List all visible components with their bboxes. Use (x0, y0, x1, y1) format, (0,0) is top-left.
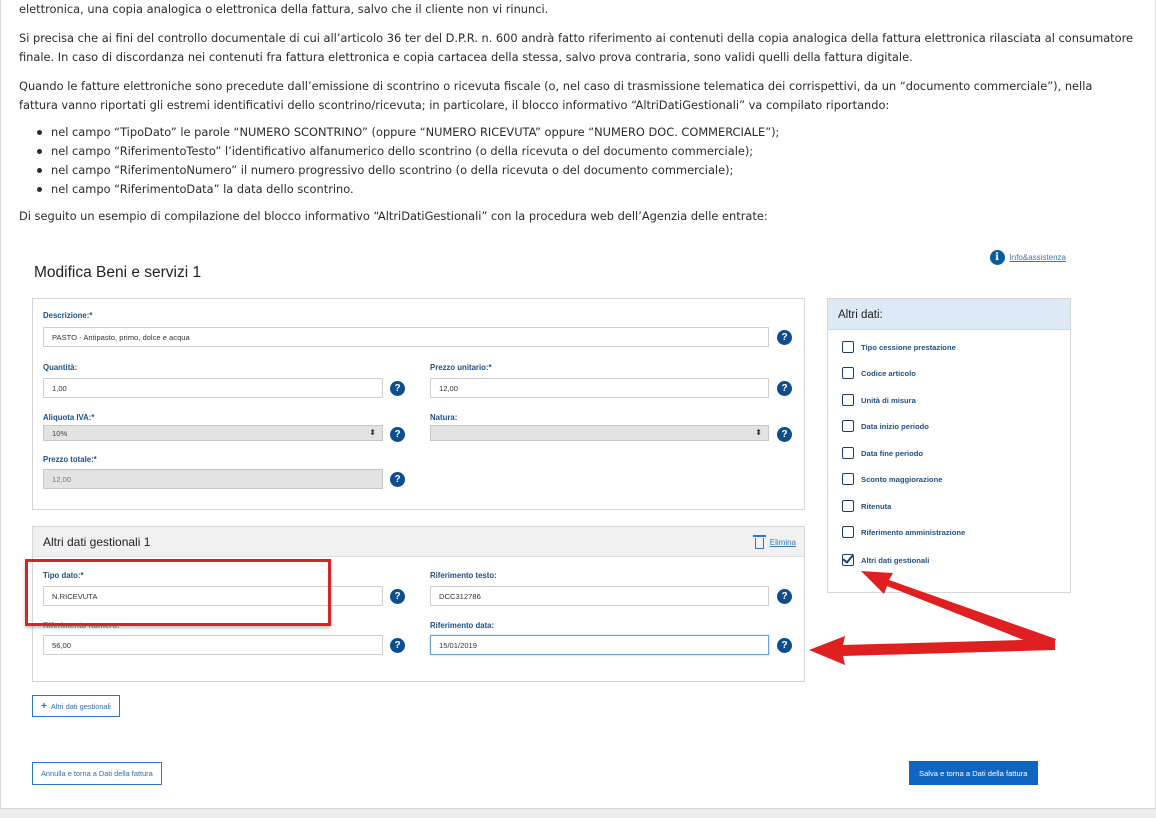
add-gestionali-label: Altri dati gestionali (50, 701, 111, 711)
help-question-icon[interactable]: ? (777, 638, 792, 653)
riferimento-numero-input[interactable]: 56,00 (43, 635, 383, 655)
prezzo-totale-label: Prezzo totale:* (43, 455, 97, 464)
aliquota-iva-value: 10% (52, 428, 68, 438)
help-link-label: Info&assistenza (1009, 253, 1066, 262)
help-question-icon[interactable]: ? (390, 638, 405, 653)
article-body: elettronica, una copia analogica o elett… (19, 0, 1134, 236)
beni-servizi-panel: Descrizione:* PASTO - Antipasto, primo, … (32, 298, 805, 510)
article-bullet-list: nel campo “TipoDato” le parole “NUMERO S… (37, 123, 1134, 199)
riferimento-data-input[interactable]: 15/01/2019 (430, 635, 769, 655)
embedded-form-screenshot: Modifica Beni e servizi 1 i Info&assiste… (19, 246, 1080, 804)
save-button[interactable]: Salva e torna a Dati della fattura (909, 761, 1038, 785)
cancel-button[interactable]: Annulla e torna a Dati della fattura (32, 762, 162, 785)
checkbox-unchecked[interactable] (842, 447, 854, 459)
riferimento-testo-input[interactable]: DCC312786 (430, 586, 769, 606)
riferimento-numero-label: Riferimento numero: (43, 621, 120, 630)
descrizione-label: Descrizione:* (43, 311, 93, 320)
list-item: nel campo “TipoDato” le parole “NUMERO S… (37, 123, 1134, 142)
prezzo-unitario-label: Prezzo unitario:* (430, 363, 492, 372)
checkbox-unchecked[interactable] (842, 341, 854, 353)
sidebar-item-label: Altri dati gestionali (861, 555, 930, 565)
sidebar-item-unita-misura[interactable]: Unità di misura (842, 394, 916, 406)
help-question-icon[interactable]: ? (777, 427, 792, 442)
help-question-icon[interactable]: ? (777, 381, 792, 396)
sidebar-item-altri-dati-gestionali[interactable]: Altri dati gestionali (842, 554, 929, 566)
aliquota-iva-select[interactable]: 10% ⬍ (43, 425, 383, 441)
help-link[interactable]: i Info&assistenza (989, 250, 1066, 265)
prezzo-unitario-input[interactable]: 12,00 (430, 378, 769, 398)
list-item: nel campo “RiferimentoNumero” il numero … (37, 161, 1134, 180)
elimina-label: Elimina (769, 537, 796, 547)
checkbox-checked[interactable] (842, 554, 854, 566)
checkbox-unchecked[interactable] (842, 526, 854, 538)
sidebar-item-label: Data inizio periodo (861, 421, 929, 431)
natura-label: Natura: (430, 413, 458, 422)
sidebar-item-codice-articolo[interactable]: Codice articolo (842, 367, 916, 379)
article-paragraph-3: Di seguito un esempio di compilazione de… (19, 209, 768, 223)
checkbox-unchecked[interactable] (842, 473, 854, 485)
checkbox-unchecked[interactable] (842, 420, 854, 432)
sidebar-item-label: Unità di misura (861, 395, 916, 405)
select-arrows-icon: ⬍ (369, 428, 376, 437)
riferimento-testo-label: Riferimento testo: (430, 571, 497, 580)
list-item: nel campo “RiferimentoTesto” l’identific… (37, 142, 1134, 161)
descrizione-input[interactable]: PASTO - Antipasto, primo, dolce e acqua (43, 327, 769, 347)
tipo-dato-input[interactable]: N.RICEVUTA (43, 586, 383, 606)
help-question-icon[interactable]: ? (390, 472, 405, 487)
sidebar-item-riferimento-amministrazione[interactable]: Riferimento amministrazione (842, 526, 965, 538)
checkbox-unchecked[interactable] (842, 500, 854, 512)
info-icon: i (989, 250, 1005, 265)
sidebar-item-tipo-cessione[interactable]: Tipo cessione prestazione (842, 341, 956, 353)
help-question-icon[interactable]: ? (777, 330, 792, 345)
sidebar-item-data-fine[interactable]: Data fine periodo (842, 447, 923, 459)
trash-icon (752, 535, 766, 549)
checkbox-unchecked[interactable] (842, 394, 854, 406)
sidebar-item-label: Riferimento amministrazione (861, 527, 966, 537)
quantita-label: Quantità: (43, 363, 78, 372)
help-question-icon[interactable]: ? (390, 381, 405, 396)
sidebar-item-label: Ritenuta (861, 501, 892, 511)
help-question-icon[interactable]: ? (777, 589, 792, 604)
form-title: Modifica Beni e servizi 1 (34, 264, 202, 281)
altri-dati-gestionali-panel: Altri dati gestionali 1 Elimina Tipo dat… (32, 526, 805, 682)
sidebar-item-label: Tipo cessione prestazione (861, 342, 956, 352)
add-altri-dati-gestionali-button[interactable]: + Altri dati gestionali (32, 695, 120, 717)
checkbox-unchecked[interactable] (842, 367, 854, 379)
article-paragraph-1: Si precisa che ai fini del controllo doc… (19, 31, 1134, 64)
sidebar-title: Altri dati: (828, 299, 1070, 330)
article-paragraph-0: elettronica, una copia analogica o elett… (19, 2, 549, 16)
gestionali-title: Altri dati gestionali 1 (43, 535, 151, 549)
sidebar-item-label: Data fine periodo (861, 448, 924, 458)
prezzo-totale-input: 12,00 (43, 469, 383, 489)
help-question-icon[interactable]: ? (390, 589, 405, 604)
article-paragraph-2: Quando le fatture elettroniche sono prec… (19, 79, 1093, 112)
sidebar-item-data-inizio[interactable]: Data inizio periodo (842, 420, 929, 432)
sidebar-item-ritenuta[interactable]: Ritenuta (842, 500, 891, 512)
natura-select[interactable]: ⬍ (430, 425, 769, 441)
elimina-button[interactable]: Elimina (752, 535, 796, 549)
sidebar-item-sconto[interactable]: Sconto maggiorazione (842, 473, 942, 485)
sidebar-item-label: Sconto maggiorazione (861, 474, 943, 484)
gestionali-header: Altri dati gestionali 1 Elimina (33, 527, 804, 557)
sidebar-item-label: Codice articolo (861, 368, 916, 378)
annotation-arrow-to-date (809, 636, 1055, 665)
tipo-dato-label: Tipo dato:* (43, 571, 84, 580)
list-item: nel campo “RiferimentoData” la data dell… (37, 180, 1134, 199)
altri-dati-sidebar: Altri dati: Tipo cessione prestazione Co… (827, 298, 1071, 593)
select-arrows-icon: ⬍ (755, 428, 762, 437)
aliquota-iva-label: Aliquota IVA:* (43, 413, 95, 422)
plus-icon: + (41, 700, 47, 712)
help-question-icon[interactable]: ? (390, 427, 405, 442)
page-bottom-bar (0, 808, 1156, 818)
riferimento-data-label: Riferimento data: (430, 621, 495, 630)
quantita-input[interactable]: 1,00 (43, 378, 383, 398)
